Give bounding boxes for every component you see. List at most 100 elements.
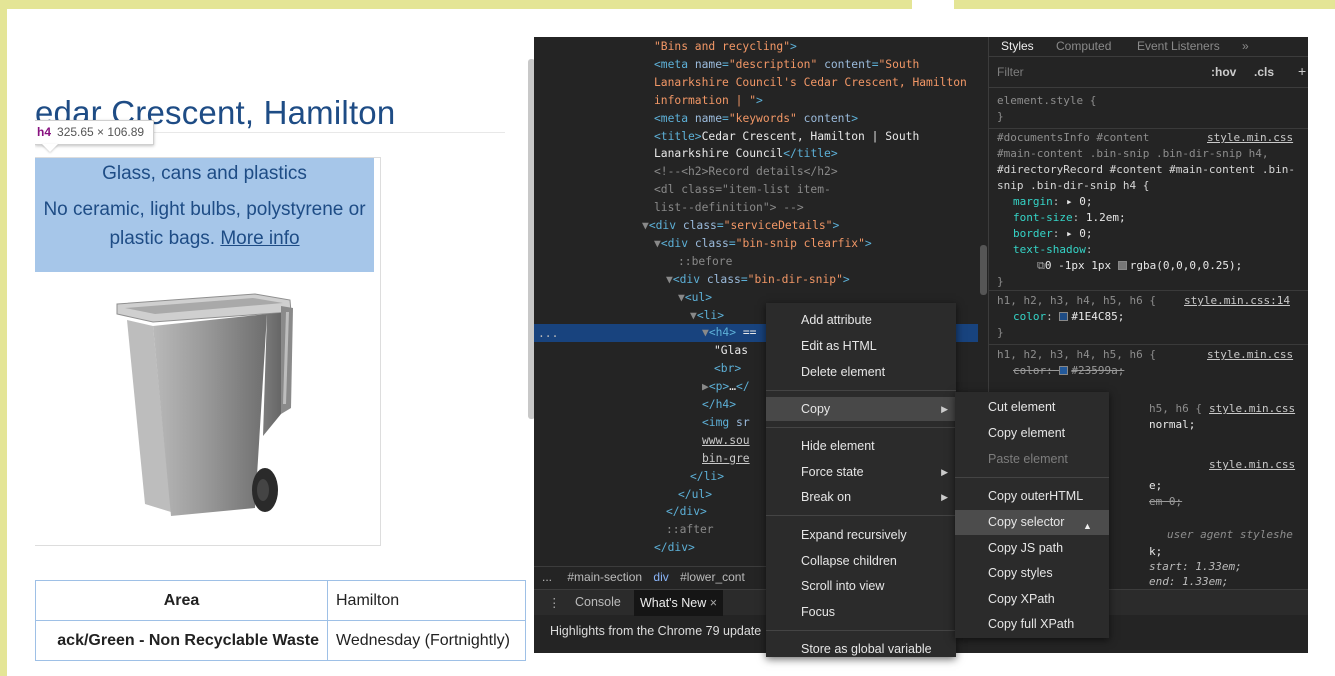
rule3-source-link[interactable]: style.min.css	[1207, 347, 1293, 363]
rule5-source-link[interactable]: style.min.css	[1209, 458, 1295, 471]
drawer-menu-icon[interactable]: ⋮	[548, 595, 561, 610]
dom-node-line[interactable]: <!--<h2>Record details</h2>	[654, 163, 838, 180]
selected-node-ellipsis[interactable]: ...	[538, 325, 558, 342]
text-shadow-value[interactable]: ⧉0 -1px 1px rgba(0,0,0,0.25);	[1037, 258, 1242, 274]
hov-toggle[interactable]: :hov	[1211, 65, 1236, 79]
prop-value: start: 1.33em;	[1149, 560, 1242, 573]
dom-node-line[interactable]: "Bins and recycling">	[654, 38, 797, 55]
rule2-close: }	[997, 325, 1004, 341]
dom-node-line[interactable]: <meta name="keywords" content>	[654, 110, 858, 127]
submenu-copy-element[interactable]: Copy element	[955, 421, 1109, 446]
dom-node-line[interactable]: ::before	[678, 253, 732, 270]
styles-filter-input[interactable]: Filter	[997, 65, 1024, 79]
dom-node-line[interactable]: <meta name="description" content="South	[654, 56, 919, 73]
color-swatch[interactable]	[1059, 312, 1069, 321]
dom-node-line[interactable]: ▼<li>	[690, 307, 724, 324]
dom-token: sr	[736, 415, 750, 429]
tab-computed[interactable]: Computed	[1056, 39, 1111, 53]
menu-item-edit-as-html[interactable]: Edit as HTML	[766, 334, 956, 358]
menu-item-scroll-into-view[interactable]: Scroll into view	[766, 574, 956, 598]
dom-node-line[interactable]: <br>	[714, 360, 741, 377]
dom-node-line[interactable]: Lanarkshire Council</title>	[654, 145, 838, 162]
submenu-copy-full-xpath[interactable]: Copy full XPath	[955, 612, 1109, 637]
dom-node-line[interactable]: ▼<h4> ==	[702, 324, 756, 341]
dom-node-line[interactable]: ▼<div class="bin-snip clearfix">	[654, 235, 872, 252]
dom-node-line[interactable]: information | ">	[654, 92, 763, 109]
dom-node-line[interactable]: list--definition"> -->	[654, 199, 804, 216]
table-cell-value: Hamilton	[327, 580, 526, 621]
submenu-copy-xpath[interactable]: Copy XPath	[955, 587, 1109, 612]
dom-node-line[interactable]: <title>Cedar Crescent, Hamilton | South	[654, 128, 919, 145]
elements-scrollbar[interactable]	[980, 245, 987, 295]
menu-item-delete-element[interactable]: Delete element	[766, 360, 956, 384]
dom-node-line[interactable]: </li>	[690, 468, 724, 485]
submenu-paste-element[interactable]: Paste element	[955, 447, 1109, 472]
breadcrumb-div[interactable]: div	[653, 570, 668, 584]
tab-whats-new-label: What's New	[640, 596, 707, 610]
dom-token: </h4>	[702, 398, 737, 411]
prop-color-overridden[interactable]: color: #23599a;	[1013, 363, 1124, 379]
dom-token: <title>	[654, 129, 702, 143]
dom-node-line[interactable]: <img sr	[702, 414, 750, 431]
menu-item-hide-element[interactable]: Hide element	[766, 434, 956, 458]
dom-token: "bin-dir-snip"	[747, 272, 843, 286]
dom-node-line[interactable]: </div>	[654, 539, 695, 556]
tab-console[interactable]: Console	[575, 595, 621, 609]
new-rule-icon[interactable]: +	[1298, 63, 1306, 79]
breadcrumb-main-section[interactable]: #main-section	[567, 570, 642, 584]
menu-item-break-on-label: Break on	[801, 490, 852, 504]
dom-token: "bin-snip clearfix"	[735, 236, 865, 250]
dom-node-line[interactable]: "Glas	[714, 342, 748, 359]
close-icon[interactable]: ×	[710, 596, 717, 610]
dom-node-line[interactable]: </h4>	[702, 396, 736, 413]
dom-node-line[interactable]: bin-gre	[702, 450, 750, 467]
tab-event-listeners[interactable]: Event Listeners	[1137, 39, 1220, 53]
rule4-value: normal;	[1149, 417, 1195, 433]
dom-node-line[interactable]: ▼<div class="serviceDetails">	[642, 217, 839, 234]
submenu-copy-outerhtml[interactable]: Copy outerHTML	[955, 484, 1109, 509]
menu-item-force-state[interactable]: Force state ▶	[766, 460, 956, 484]
submenu-copy-styles[interactable]: Copy styles	[955, 561, 1109, 586]
menu-item-collapse-children[interactable]: Collapse children	[766, 549, 956, 573]
breadcrumb-ellipsis[interactable]: ...	[542, 570, 552, 584]
bin-heading-note: No ceramic, light bulbs, polystyrene or …	[35, 195, 374, 253]
menu-item-store-global[interactable]: Store as global variable	[766, 637, 956, 657]
prop-value: 1.2em;	[1085, 211, 1126, 224]
dom-node-line[interactable]: <dl class="item-list item-	[654, 181, 831, 198]
rule2-source-link[interactable]: style.min.css:14	[1184, 293, 1290, 309]
menu-item-expand-recursively[interactable]: Expand recursively	[766, 523, 956, 547]
dom-node-line[interactable]: Lanarkshire Council's Cedar Crescent, Ha…	[654, 74, 967, 91]
rule4-source-link[interactable]: style.min.css	[1209, 401, 1295, 417]
prop-margin[interactable]: margin: ▸ 0;	[1013, 194, 1093, 210]
dom-node-line[interactable]: ▶<p>…</	[702, 378, 750, 395]
rule1-source-link[interactable]: style.min.css	[1207, 130, 1293, 146]
dom-node-line[interactable]: www.sou	[702, 432, 750, 449]
menu-item-add-attribute[interactable]: Add attribute	[766, 308, 956, 332]
prop-border[interactable]: border: ▸ 0;	[1013, 226, 1093, 242]
dom-node-line[interactable]: </div>	[666, 503, 707, 520]
tab-styles[interactable]: Styles	[1001, 39, 1034, 53]
shadow-editor-icon[interactable]: ⧉	[1037, 259, 1045, 272]
menu-item-break-on[interactable]: Break on ▶	[766, 485, 956, 509]
cls-toggle[interactable]: .cls	[1254, 65, 1274, 79]
prop-text-shadow[interactable]: text-shadow:	[1013, 242, 1092, 258]
dom-token: ▼	[678, 290, 685, 304]
prop-color[interactable]: color: #1E4C85;	[1013, 309, 1124, 325]
element-inspect-tooltip: h4 325.65 × 106.89	[35, 120, 155, 145]
color-swatch[interactable]	[1117, 261, 1127, 270]
dom-node-line[interactable]: ::after	[666, 521, 714, 538]
more-info-link[interactable]: More info	[220, 228, 299, 249]
submenu-cut-element[interactable]: Cut element	[955, 395, 1109, 420]
color-swatch[interactable]	[1059, 366, 1069, 375]
menu-item-copy[interactable]: Copy ▶	[766, 397, 956, 421]
breadcrumb-lower-cont[interactable]: #lower_cont	[680, 570, 745, 584]
tab-whats-new[interactable]: What's New ×	[634, 590, 724, 616]
prop-font-size[interactable]: font-size: 1.2em;	[1013, 210, 1126, 226]
dom-node-line[interactable]: </ul>	[678, 486, 712, 503]
menu-item-focus[interactable]: Focus	[766, 600, 956, 624]
dom-node-line[interactable]: ▼<div class="bin-dir-snip">	[666, 271, 850, 288]
context-menu: Add attribute Edit as HTML Delete elemen…	[766, 303, 956, 657]
dom-node-line[interactable]: ▼<ul>	[678, 289, 712, 306]
submenu-copy-js-path[interactable]: Copy JS path	[955, 536, 1109, 561]
more-tabs-icon[interactable]: »	[1242, 39, 1249, 53]
